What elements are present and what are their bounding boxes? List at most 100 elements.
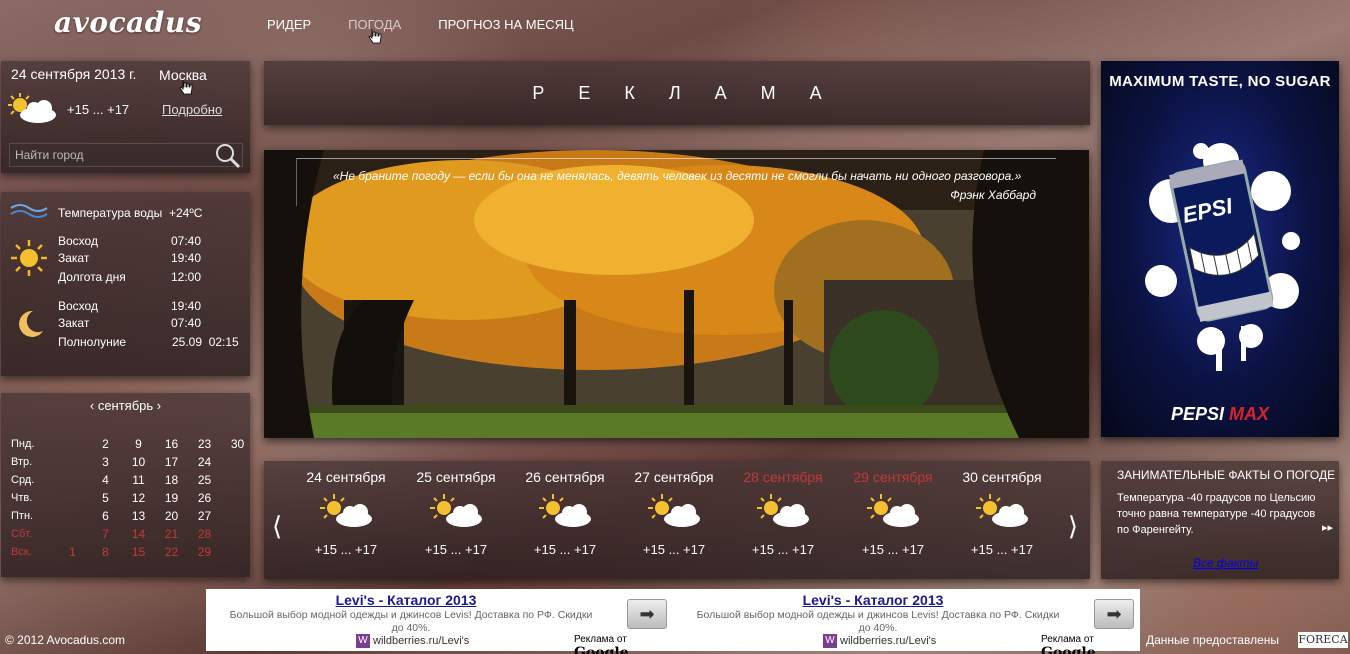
google-ad-title[interactable]: Levi's - Каталог 2013 (206, 592, 606, 608)
forecast-temp: +15 ... +17 (861, 542, 925, 557)
calendar-date[interactable]: 27 (188, 509, 221, 523)
google-ad-1[interactable]: Levi's - Каталог 2013 Большой выбор модн… (206, 589, 673, 654)
calendar-panel: ‹ сентябрь › Пнд. 2 9 16 23 30 Втр. 3 10 17 24 Срд.… (1, 393, 250, 577)
calendar-date[interactable]: 22 (155, 545, 188, 559)
calendar-date[interactable]: 21 (155, 527, 188, 541)
partly-cloudy-icon (757, 494, 809, 527)
moonset-label: Закат (58, 316, 90, 330)
forecast-day[interactable]: 28 сентября +15 ... +17 (728, 469, 838, 557)
forecast-prev-arrow[interactable]: ⟨ (272, 511, 282, 542)
partly-cloudy-icon (8, 93, 56, 123)
all-facts-link[interactable]: Все факты (1193, 556, 1258, 570)
partly-cloudy-icon (430, 494, 482, 527)
calendar-date[interactable]: 15 (122, 545, 155, 559)
facts-next-icon[interactable]: ▸▸ (1322, 521, 1333, 534)
calendar-date[interactable]: 26 (188, 491, 221, 505)
calendar-weekday: Вск. (11, 546, 32, 558)
google-ad-2[interactable]: Levi's - Каталог 2013 Большой выбор модн… (673, 589, 1140, 654)
calendar-row: Пнд. 2 9 16 23 30 (11, 435, 254, 453)
calendar-date[interactable]: 20 (155, 509, 188, 523)
forecast-day[interactable]: 30 сентября +15 ... +17 (947, 469, 1057, 557)
wildberries-logo-icon: W (356, 634, 370, 648)
moonrise-value: 19:40 (171, 299, 202, 313)
partly-cloudy-icon (648, 494, 700, 527)
forecast-day[interactable]: 25 сентября +15 ... +17 (401, 469, 511, 557)
calendar-date[interactable]: 13 (122, 509, 155, 523)
google-ad-title[interactable]: Levi's - Каталог 2013 (673, 592, 1073, 608)
calendar-weekday: Пнд. (11, 438, 35, 450)
calendar-date[interactable]: 24 (188, 455, 221, 469)
calendar-date[interactable]: 17 (155, 455, 188, 469)
calendar-date[interactable]: 8 (89, 545, 122, 559)
city-search-input[interactable] (10, 144, 210, 166)
forecast-day[interactable]: 26 сентября +15 ... +17 (510, 469, 620, 557)
moonset-value: 07:40 (171, 316, 202, 330)
calendar-date[interactable]: 29 (188, 545, 221, 559)
foreca-logo[interactable]: FORECA (1298, 632, 1348, 648)
calendar-date[interactable]: 7 (89, 527, 122, 541)
water-wave-icon (10, 204, 48, 218)
calendar-date[interactable]: 12 (122, 491, 155, 505)
forecast-day[interactable]: 24 сентября +15 ... +17 (291, 469, 401, 557)
calendar-date[interactable]: 4 (89, 473, 122, 487)
sunrise-label: Восход (58, 234, 98, 248)
calendar-weekday: Втр. (11, 456, 33, 468)
ad-banner[interactable]: РЕКЛАМА (264, 61, 1090, 125)
hand-cursor-icon (179, 80, 193, 95)
forecast-day[interactable]: 29 сентября +15 ... +17 (838, 469, 948, 557)
forecast-date: 27 сентября (634, 469, 714, 485)
calendar-date[interactable]: 23 (188, 437, 221, 451)
calendar-date[interactable]: 11 (122, 473, 155, 487)
current-weather-panel: 24 сентября 2013 г. Москва +15 ... +17 П… (1, 61, 250, 173)
calendar-date[interactable]: 16 (155, 437, 188, 451)
forecast-panel: ⟨ ⟩ 24 сентября +15 ... +17 25 сентября +15… (264, 461, 1090, 579)
calendar-date[interactable]: 2 (89, 437, 122, 451)
forecast-next-arrow[interactable]: ⟩ (1068, 511, 1078, 542)
search-icon[interactable] (212, 141, 242, 171)
sun-icon (11, 240, 47, 276)
details-link[interactable]: Подробно (162, 102, 222, 117)
ads-by-google[interactable]: Реклама от Google (1041, 634, 1140, 654)
nav-reader[interactable]: РИДЕР (267, 17, 311, 32)
calendar-date[interactable]: 18 (155, 473, 188, 487)
calendar-date[interactable]: 28 (188, 527, 221, 541)
calendar-row: Птн. 6 13 20 27 (11, 507, 254, 525)
calendar-date[interactable]: 5 (89, 491, 122, 505)
site-logo[interactable]: avocadus (54, 6, 202, 39)
google-ad-url[interactable]: Wwildberries.ru/Levi's (823, 634, 936, 648)
main-nav: РИДЕР ПОГОДА ПРОГНОЗ НА МЕСЯЦ (267, 17, 611, 32)
weather-quote: «Не браните погоду — если бы она не меня… (296, 158, 1056, 206)
hero-photo: «Не браните погоду — если бы она не меня… (264, 150, 1089, 438)
calendar-date[interactable]: 19 (155, 491, 188, 505)
google-ad-arrow-button[interactable]: ➡ (1094, 599, 1134, 629)
calendar-date[interactable]: 3 (89, 455, 122, 469)
pepsi-logo-main: PEPSI (1170, 404, 1224, 424)
calendar-date[interactable]: 10 (122, 455, 155, 469)
partly-cloudy-icon (867, 494, 919, 527)
astro-panel: Температура воды +24ºC Восход 07:40 Зака… (1, 192, 250, 376)
calendar-prev[interactable]: ‹ (90, 398, 94, 413)
copyright: © 2012 Avocadus.com (5, 633, 126, 647)
forecast-date: 26 сентября (525, 469, 605, 485)
nav-month-forecast[interactable]: ПРОГНОЗ НА МЕСЯЦ (438, 17, 573, 32)
forecast-day[interactable]: 27 сентября +15 ... +17 (619, 469, 729, 557)
ads-by-google[interactable]: Реклама от Google (574, 634, 673, 654)
calendar-next[interactable]: › (157, 398, 161, 413)
calendar-date[interactable]: 1 (56, 545, 89, 559)
google-ad-arrow-button[interactable]: ➡ (627, 599, 667, 629)
sunset-value: 19:40 (171, 251, 202, 265)
calendar-month: сентябрь (97, 398, 154, 413)
data-provided-by: Данные предоставлены (1146, 633, 1280, 647)
pepsi-logo: PEPSI MAX (1101, 404, 1339, 425)
calendar-date[interactable]: 25 (188, 473, 221, 487)
calendar-date[interactable]: 9 (122, 437, 155, 451)
pepsi-ad[interactable]: MAXIMUM TASTE, NO SUGAR EPSI PEPSI MAX (1101, 61, 1339, 437)
calendar-date[interactable]: 6 (89, 509, 122, 523)
calendar-date[interactable]: 14 (122, 527, 155, 541)
calendar-date[interactable]: 30 (221, 437, 254, 451)
forecast-temp: +15 ... +17 (314, 542, 378, 557)
day-length-value: 12:00 (171, 270, 202, 284)
google-ad-url[interactable]: Wwildberries.ru/Levi's (356, 634, 469, 648)
forecast-date: 24 сентября (306, 469, 386, 485)
current-date: 24 сентября 2013 г. (11, 66, 137, 82)
